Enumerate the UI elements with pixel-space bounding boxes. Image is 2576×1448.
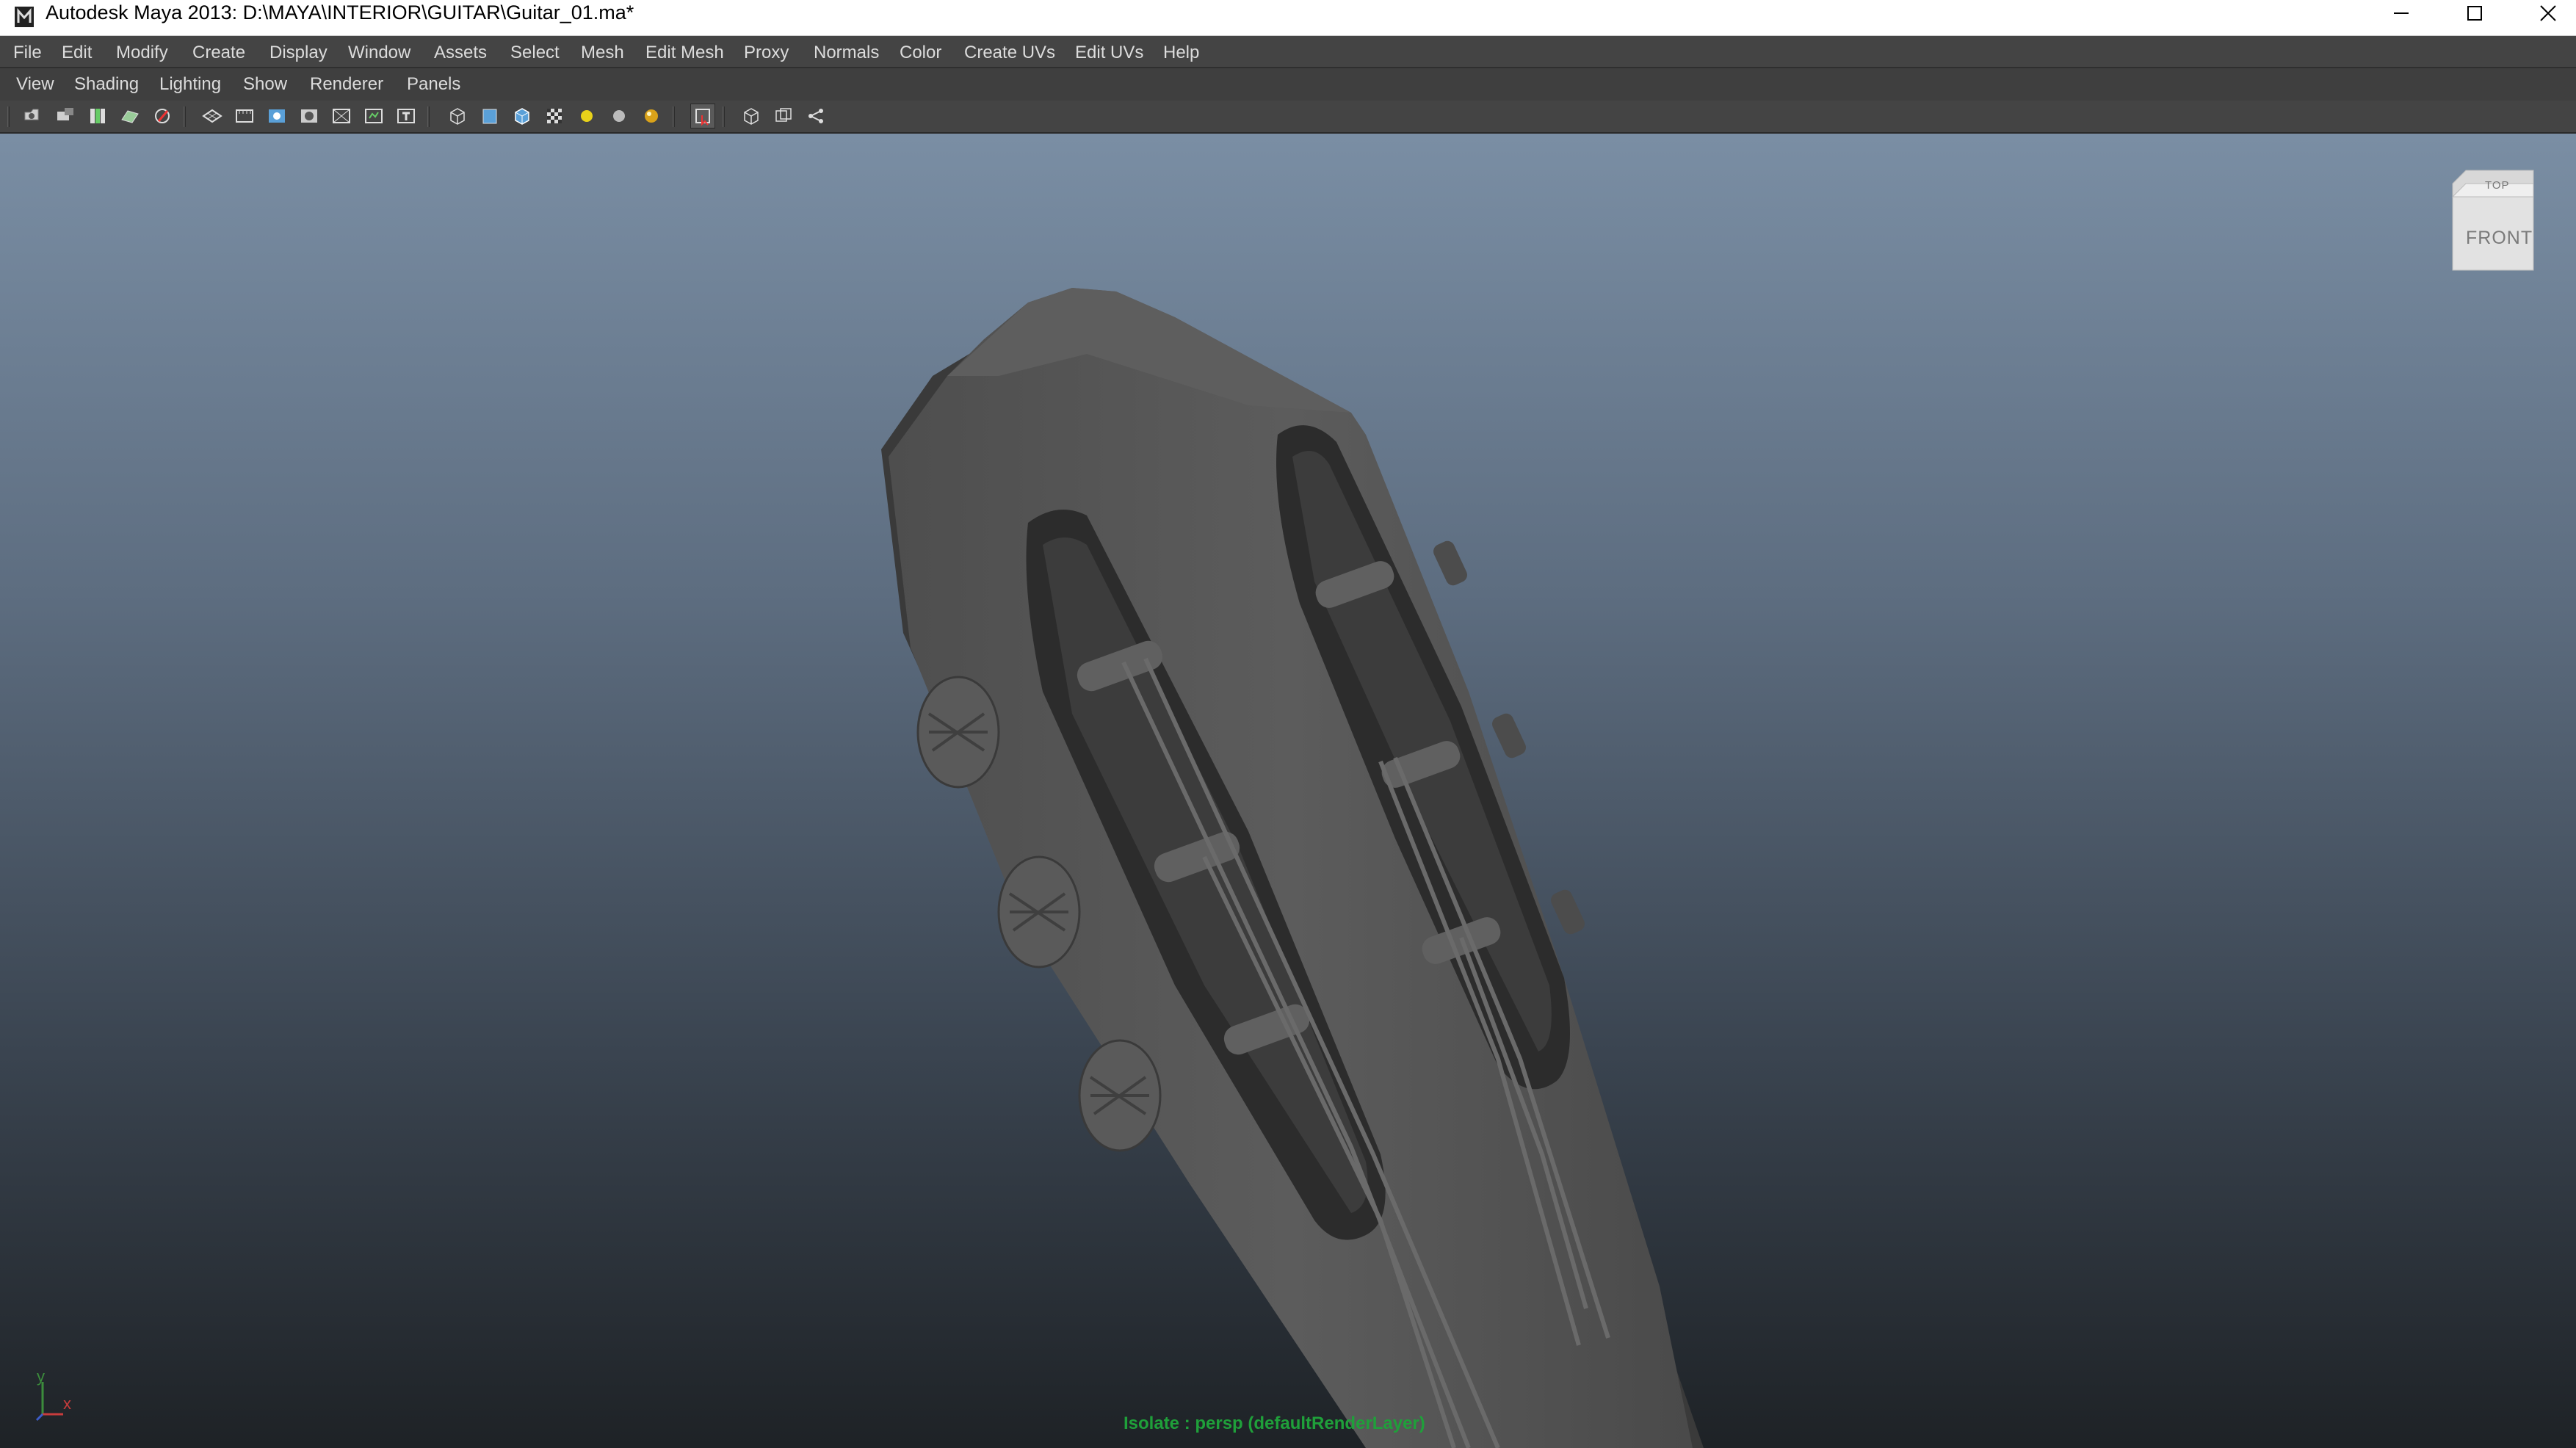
- wireframe-icon[interactable]: [445, 104, 470, 128]
- title-bar: Autodesk Maya 2013: D:\MAYA\INTERIOR\GUI…: [0, 0, 2576, 36]
- close-icon: [2540, 5, 2556, 21]
- bookmark-icon[interactable]: [85, 104, 110, 128]
- film-gate-icon[interactable]: [232, 104, 257, 128]
- minimize-icon: [2394, 12, 2409, 14]
- xray-joints-icon[interactable]: [771, 104, 796, 128]
- toolbar-separator: [723, 106, 725, 127]
- resolution-gate-icon[interactable]: [264, 104, 289, 128]
- camera-attributes-icon[interactable]: [53, 104, 78, 128]
- minimize-button[interactable]: [2365, 0, 2438, 26]
- guitar-headstock-model[interactable]: [0, 134, 2576, 1448]
- select-camera-icon[interactable]: [21, 104, 46, 128]
- menu-edit[interactable]: Edit: [62, 36, 92, 70]
- axis-y-label: y: [37, 1367, 45, 1386]
- safe-action-icon[interactable]: [361, 104, 386, 128]
- gate-mask-icon[interactable]: [297, 104, 322, 128]
- menu-edit-mesh[interactable]: Edit Mesh: [645, 36, 724, 70]
- hud-isolate-label: Isolate : persp (defaultRenderLayer): [1124, 1413, 1425, 1433]
- menu-window[interactable]: Window: [348, 36, 410, 70]
- menu-help[interactable]: Help: [1163, 36, 1199, 70]
- toolbar-separator: [7, 106, 10, 127]
- menu-create-uvs[interactable]: Create UVs: [964, 36, 1055, 70]
- menu-normals[interactable]: Normals: [814, 36, 879, 70]
- maximize-icon: [2467, 6, 2482, 21]
- isolate-select-icon[interactable]: [690, 104, 715, 128]
- image-plane-icon[interactable]: [117, 104, 142, 128]
- shadows-icon[interactable]: [607, 104, 632, 128]
- toolbar-separator: [427, 106, 430, 127]
- view-cube-top-face[interactable]: TOP: [2485, 179, 2510, 192]
- menu-create[interactable]: Create: [192, 36, 245, 70]
- close-button[interactable]: [2511, 0, 2576, 26]
- xray-components-icon[interactable]: [803, 104, 828, 128]
- menu-select[interactable]: Select: [510, 36, 560, 70]
- menu-file[interactable]: File: [13, 36, 42, 70]
- use-default-lighting-icon[interactable]: [574, 104, 599, 128]
- panel-menu-panels[interactable]: Panels: [407, 68, 460, 101]
- panel-menu-bar: View Shading Lighting Show Renderer Pane…: [0, 68, 2576, 101]
- menu-assets[interactable]: Assets: [434, 36, 487, 70]
- menu-mesh[interactable]: Mesh: [581, 36, 624, 70]
- menu-display[interactable]: Display: [269, 36, 328, 70]
- menu-modify[interactable]: Modify: [116, 36, 168, 70]
- menu-proxy[interactable]: Proxy: [744, 36, 789, 70]
- maya-app-icon: [15, 7, 34, 27]
- panel-menu-view[interactable]: View: [16, 68, 54, 101]
- view-cube[interactable]: TOP FRONT: [2445, 167, 2539, 278]
- panel-toolbar: [0, 101, 2576, 134]
- view-cube-front-face[interactable]: FRONT: [2466, 228, 2533, 249]
- textured-icon[interactable]: [542, 104, 567, 128]
- perspective-viewport[interactable]: TOP FRONT y x Isolate : persp (defaultRe…: [0, 134, 2576, 1448]
- panel-menu-renderer[interactable]: Renderer: [310, 68, 383, 101]
- high-quality-icon[interactable]: [639, 104, 664, 128]
- panel-menu-lighting[interactable]: Lighting: [159, 68, 221, 101]
- safe-title-icon[interactable]: [394, 104, 419, 128]
- toolbar-separator: [673, 106, 675, 127]
- toolbar-separator: [184, 106, 186, 127]
- axis-x-label: x: [63, 1394, 71, 1413]
- panel-menu-shading[interactable]: Shading: [74, 68, 139, 101]
- xray-icon[interactable]: [739, 104, 764, 128]
- grid-icon[interactable]: [200, 104, 225, 128]
- wireframe-on-shaded-icon[interactable]: [510, 104, 535, 128]
- maximize-button[interactable]: [2438, 0, 2511, 26]
- smooth-shade-icon[interactable]: [477, 104, 502, 128]
- main-menu-bar: File Edit Modify Create Display Window A…: [0, 36, 2576, 68]
- grease-pencil-icon[interactable]: [150, 104, 175, 128]
- window-title: Autodesk Maya 2013: D:\MAYA\INTERIOR\GUI…: [46, 1, 634, 23]
- menu-edit-uvs[interactable]: Edit UVs: [1075, 36, 1143, 70]
- menu-color[interactable]: Color: [900, 36, 941, 70]
- field-chart-icon[interactable]: [329, 104, 354, 128]
- panel-menu-show[interactable]: Show: [243, 68, 287, 101]
